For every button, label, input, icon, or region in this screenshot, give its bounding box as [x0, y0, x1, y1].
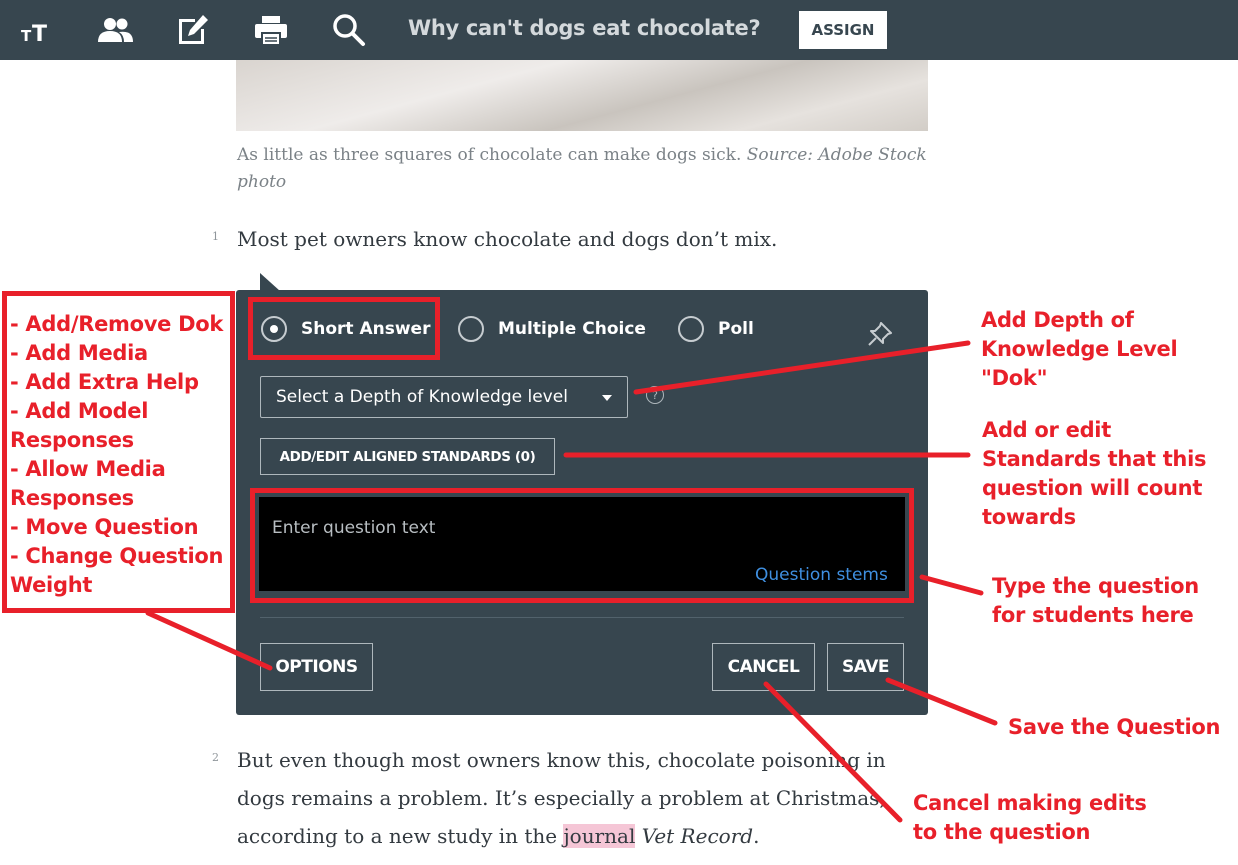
- article-title: Why can't dogs eat chocolate?: [408, 16, 761, 40]
- help-icon[interactable]: ?: [646, 386, 664, 404]
- text-size-icon[interactable]: TT: [16, 12, 56, 48]
- aligned-standards-button[interactable]: ADD/EDIT ALIGNED STANDARDS (0): [260, 438, 555, 475]
- paragraph-2-line-2: dogs remains a problem. It’s especially …: [237, 786, 886, 810]
- dok-level-select[interactable]: Select a Depth of Knowledge level: [260, 376, 628, 418]
- question-text-highlight-box: [250, 488, 914, 603]
- dok-annotation: Add Depth of Knowledge Level "Dok": [981, 308, 1178, 390]
- article-photo: [236, 60, 928, 131]
- assign-button[interactable]: ASSIGN: [799, 11, 887, 49]
- panel-divider: [260, 617, 904, 618]
- chevron-down-icon: [602, 395, 612, 401]
- paragraph-2-line-1: But even though most owners know this, c…: [237, 748, 886, 772]
- cancel-annotation: Cancel making edits to the question: [913, 791, 1147, 844]
- radio-unselected-icon[interactable]: [458, 316, 484, 342]
- radio-unselected-icon[interactable]: [678, 316, 704, 342]
- search-icon[interactable]: [329, 12, 369, 48]
- photo-caption: As little as three squares of chocolate …: [237, 142, 927, 196]
- options-button[interactable]: OPTIONS: [260, 643, 373, 691]
- paragraph-1[interactable]: Most pet owners know chocolate and dogs …: [237, 220, 777, 258]
- paragraph-2-line-3: according to a new study in the journal …: [237, 817, 886, 855]
- type-question-annotation: Type the question for students here: [992, 574, 1199, 627]
- top-toolbar: TT Why can't dogs eat chocolate? ASSIGN: [0, 0, 1238, 60]
- panel-pointer: [260, 273, 280, 291]
- paragraph-2-text: according to a new study in the: [237, 824, 564, 848]
- svg-text:T: T: [21, 27, 32, 43]
- journal-name: Vet Record: [641, 824, 754, 848]
- pin-icon[interactable]: [866, 320, 894, 348]
- dok-select-value: Select a Depth of Knowledge level: [276, 387, 568, 407]
- poll-label: Poll: [718, 319, 754, 339]
- svg-text:T: T: [32, 22, 47, 43]
- standards-annotation: Add or edit Standards that this question…: [982, 418, 1207, 529]
- edit-icon[interactable]: [173, 12, 213, 48]
- question-pointer-line: [919, 574, 984, 596]
- options-annotation: - Add/Remove Dok - Add Media - Add Extra…: [10, 312, 224, 597]
- paragraph-2[interactable]: But even though most owners know this, c…: [237, 741, 886, 855]
- save-button[interactable]: SAVE: [827, 643, 904, 691]
- paragraph-2-period: .: [753, 824, 760, 848]
- poll-option[interactable]: Poll: [678, 313, 754, 345]
- group-icon[interactable]: [95, 12, 135, 48]
- paragraph-number: 1: [212, 230, 219, 243]
- multiple-choice-option[interactable]: Multiple Choice: [458, 313, 646, 345]
- highlighted-word[interactable]: journal: [563, 824, 636, 848]
- print-icon[interactable]: [251, 12, 291, 48]
- short-answer-highlight-box: [248, 297, 440, 360]
- paragraph-number: 2: [212, 751, 219, 764]
- cancel-button[interactable]: CANCEL: [712, 643, 815, 691]
- multiple-choice-label: Multiple Choice: [498, 319, 646, 339]
- save-annotation: Save the Question: [1008, 715, 1221, 739]
- caption-text: As little as three squares of chocolate …: [237, 145, 747, 165]
